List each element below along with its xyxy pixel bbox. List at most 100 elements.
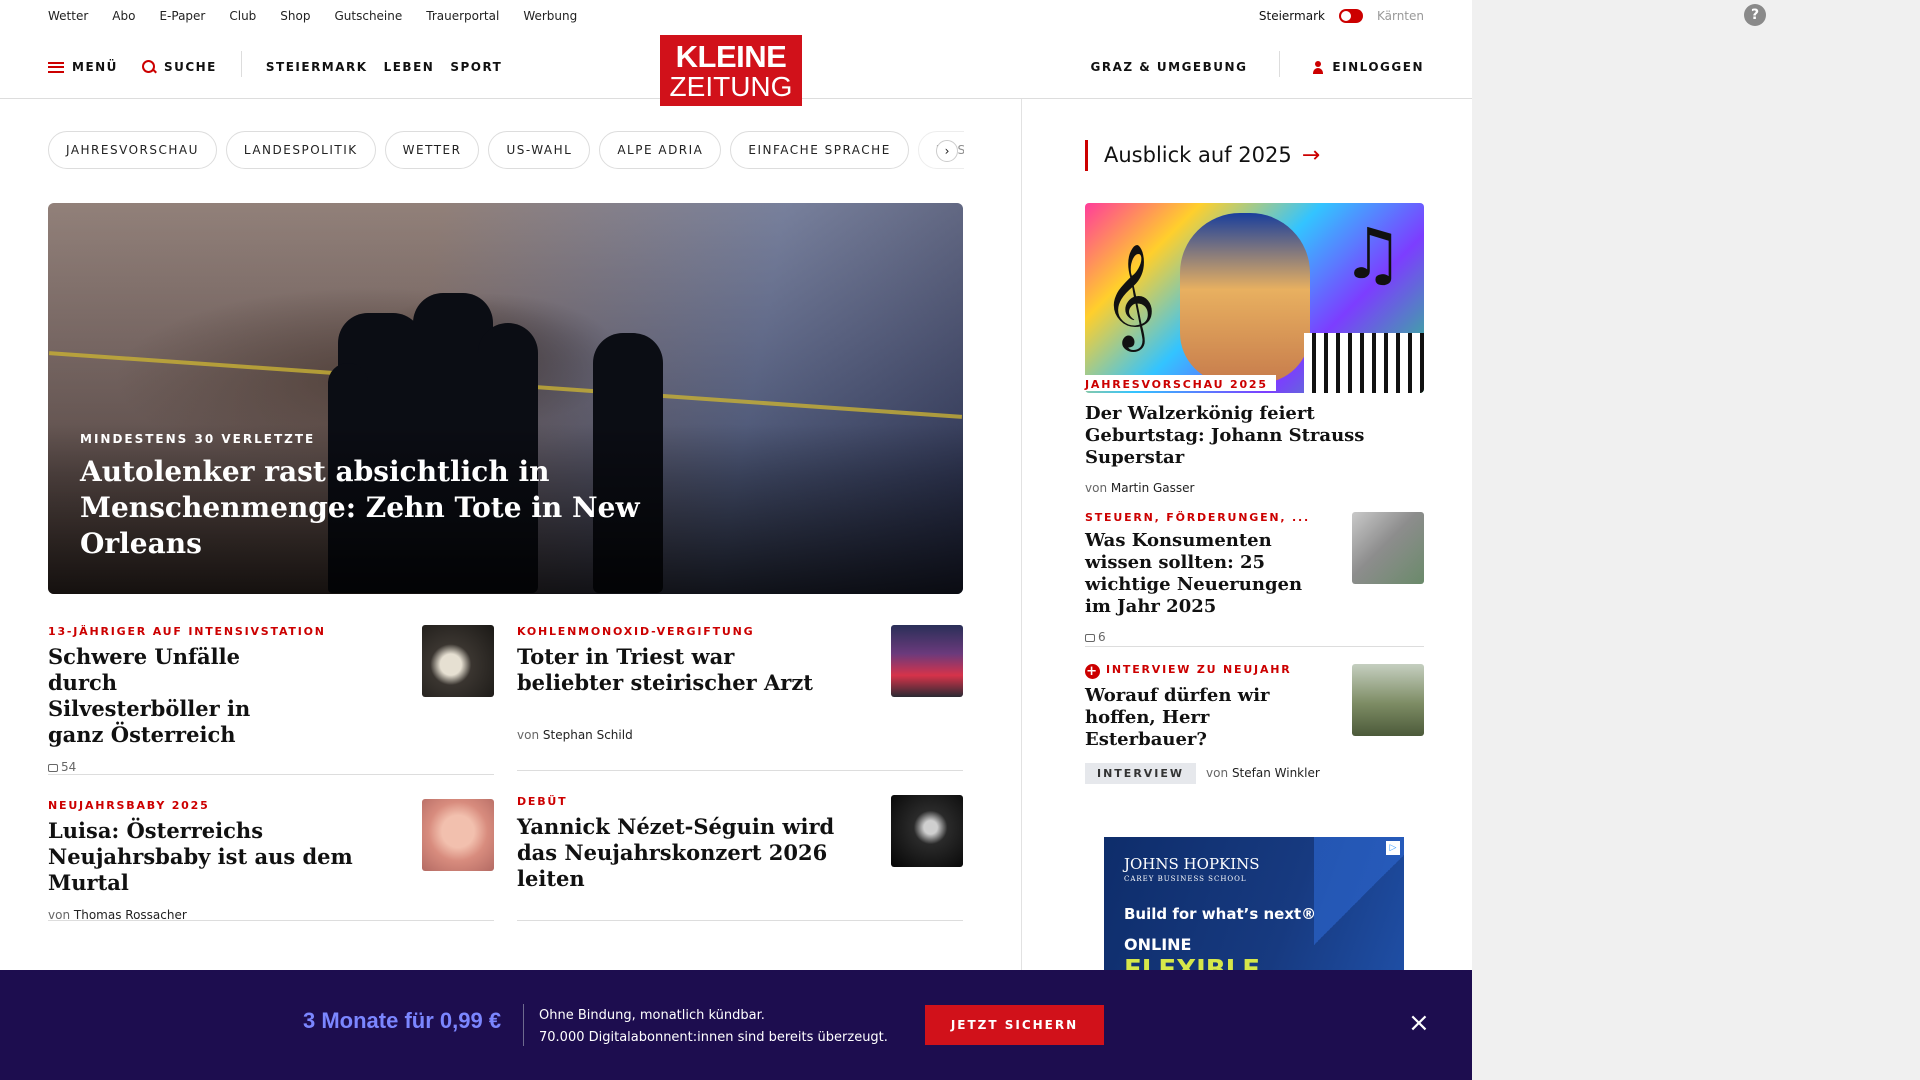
article-title[interactable]: Yannick Nézet-Séguin wird das Neujahrsko…: [517, 814, 867, 892]
divider: [1279, 51, 1281, 77]
plus-icon: +: [1085, 664, 1100, 679]
nav-steiermark[interactable]: STEIERMARK: [266, 60, 368, 74]
article-thumbnail[interactable]: [891, 795, 963, 867]
music-note-icon: ♫: [1341, 213, 1404, 295]
byline-author[interactable]: Stefan Winkler: [1232, 766, 1320, 780]
login-button[interactable]: EINLOGGEN: [1332, 60, 1424, 74]
ad-line-1: ONLINE: [1124, 935, 1192, 954]
byline-prefix: von: [48, 908, 71, 922]
divider: [240, 51, 242, 77]
article-kicker-label: INTERVIEW ZU NEUJAHR: [1106, 663, 1292, 676]
article-thumbnail[interactable]: [1352, 664, 1424, 736]
comment-icon: [48, 764, 58, 772]
topic-pill[interactable]: US-WAHL: [488, 131, 591, 169]
ad-tagline: Build for what’s next®: [1124, 905, 1317, 923]
sidebar-heading[interactable]: Ausblick auf 2025 →: [1085, 140, 1320, 171]
topic-pill[interactable]: ALPE ADRIA: [599, 131, 722, 169]
banner-text: Ohne Bindung, monatlich kündbar. 70.000 …: [539, 1005, 888, 1049]
kleine-zeitung-logo[interactable]: KLEINE ZEITUNG: [660, 35, 802, 106]
ad-decoration: [1314, 837, 1404, 987]
article-thumbnail[interactable]: [891, 625, 963, 697]
nav-leben[interactable]: LEBEN: [384, 60, 435, 74]
search-icon: [141, 60, 156, 74]
article-card[interactable]: NEUJAHRSBABY 2025 Luisa: Österreichs Neu…: [48, 799, 494, 922]
feature-article[interactable]: Der Walzerkönig feiert Geburtstag: Johan…: [1085, 403, 1424, 495]
hamburger-icon: [48, 61, 64, 73]
topic-pill[interactable]: LANDESPOLITIK: [225, 131, 376, 169]
hero-article[interactable]: MINDESTENS 30 VERLETZTE Autolenker rast …: [48, 203, 963, 594]
hero-title[interactable]: Autolenker rast absichtlich in Menschenm…: [80, 454, 700, 562]
comment-count: 54: [61, 760, 77, 774]
feature-image[interactable]: 𝄞 ♫: [1085, 203, 1424, 393]
byline-author[interactable]: Martin Gasser: [1111, 481, 1195, 495]
topic-pills: JAHRESVORSCHAU LANDESPOLITIK WETTER US-W…: [48, 131, 964, 169]
article-comments[interactable]: 6: [1085, 630, 1424, 644]
arrow-right-icon: →: [1301, 143, 1321, 168]
article-title[interactable]: Schwere Unfälle durch Silvesterböller in…: [48, 644, 288, 748]
comment-icon: [1085, 634, 1095, 642]
help-icon[interactable]: ?: [1744, 4, 1766, 26]
close-icon[interactable]: ×: [1408, 1010, 1430, 1036]
pills-next-arrow-icon[interactable]: ›: [936, 140, 958, 162]
article-thumbnail[interactable]: [1352, 512, 1424, 584]
ad-logo-text: JOHNS HOPKINS: [1124, 855, 1260, 873]
article-thumbnail[interactable]: [422, 799, 494, 871]
region-link[interactable]: GRAZ & UMGEBUNG: [1091, 60, 1248, 74]
main-header: MENÜ SUCHE STEIERMARK LEBEN SPORT KLEINE…: [0, 34, 1472, 106]
interview-badge: INTERVIEW: [1085, 763, 1197, 784]
comment-count: 6: [1098, 630, 1106, 644]
util-link-shop[interactable]: Shop: [280, 9, 310, 23]
region-kaernten[interactable]: Kärnten: [1377, 9, 1424, 23]
article-title[interactable]: Luisa: Österreichs Neujahrsbaby ist aus …: [48, 818, 398, 896]
logo-line-2: ZEITUNG: [669, 71, 793, 102]
page: Wetter Abo E-Paper Club Shop Gutscheine …: [0, 0, 1472, 1080]
byline-prefix: von: [517, 728, 540, 742]
sidebar-article[interactable]: STEUERN, FÖRDERUNGEN, ... Was Konsumente…: [1085, 511, 1424, 647]
util-link-epaper[interactable]: E-Paper: [159, 9, 205, 23]
ad-choices-icon[interactable]: ▷: [1386, 841, 1400, 855]
util-link-abo[interactable]: Abo: [112, 9, 135, 23]
topic-pill[interactable]: EINFACHE SPRACHE: [730, 131, 909, 169]
feature-title[interactable]: Der Walzerkönig feiert Geburtstag: Johan…: [1085, 403, 1424, 469]
util-link-trauerportal[interactable]: Trauerportal: [426, 9, 499, 23]
util-link-wetter[interactable]: Wetter: [48, 9, 88, 23]
menu-label: MENÜ: [72, 60, 118, 74]
subscribe-button[interactable]: JETZT SICHERN: [925, 1005, 1104, 1045]
article-title[interactable]: Was Konsumenten wissen sollten: 25 wicht…: [1085, 530, 1315, 618]
article-card[interactable]: KOHLENMONOXID-VERGIFTUNG Toter in Triest…: [517, 625, 963, 771]
byline-prefix: von: [1206, 766, 1229, 780]
article-thumbnail[interactable]: [422, 625, 494, 697]
article-title[interactable]: Toter in Triest war beliebter steirische…: [517, 644, 817, 696]
piano-keys: [1304, 333, 1424, 393]
article-card[interactable]: DEBÜT Yannick Nézet-Séguin wird das Neuj…: [517, 795, 963, 921]
header-right: GRAZ & UMGEBUNG EINLOGGEN: [1091, 51, 1425, 77]
util-link-gutscheine[interactable]: Gutscheine: [334, 9, 402, 23]
menu-button[interactable]: MENÜ: [48, 60, 118, 74]
ad-logo-sub: CAREY BUSINESS SCHOOL: [1124, 875, 1247, 883]
util-link-werbung[interactable]: Werbung: [523, 9, 577, 23]
article-title[interactable]: Worauf dürfen wir hoffen, Herr Esterbaue…: [1085, 685, 1325, 751]
sidebar-heading-label: Ausblick auf 2025: [1104, 143, 1292, 167]
hero-text: MINDESTENS 30 VERLETZTE Autolenker rast …: [80, 432, 700, 562]
hero-kicker: MINDESTENS 30 VERLETZTE: [80, 432, 316, 446]
search-button[interactable]: SUCHE: [141, 60, 217, 74]
advertisement[interactable]: ▷ JOHNS HOPKINS CAREY BUSINESS SCHOOL Bui…: [1104, 837, 1404, 987]
region-steiermark[interactable]: Steiermark: [1259, 9, 1325, 23]
article-byline: INTERVIEW von Stefan Winkler: [1085, 763, 1424, 784]
user-icon: [1312, 60, 1324, 74]
byline-author[interactable]: Stephan Schild: [543, 728, 633, 742]
nav-sport[interactable]: SPORT: [450, 60, 502, 74]
region-toggle[interactable]: [1338, 9, 1363, 23]
topic-pill[interactable]: WETTER: [384, 131, 480, 169]
utility-links: Wetter Abo E-Paper Club Shop Gutscheine …: [48, 9, 577, 23]
byline-author[interactable]: Thomas Rossacher: [74, 908, 187, 922]
article-comments[interactable]: 54: [48, 760, 494, 774]
subscription-banner: 3 Monate für 0,99 € Ohne Bindung, monatl…: [0, 970, 1472, 1080]
article-card[interactable]: 13-JÄHRIGER AUF INTENSIVSTATION Schwere …: [48, 625, 494, 775]
ad-logo: JOHNS HOPKINS CAREY BUSINESS SCHOOL: [1124, 855, 1260, 883]
topic-pill[interactable]: JAHRESVORSCHAU: [48, 131, 217, 169]
byline-prefix: von: [1085, 481, 1108, 495]
region-switch: Steiermark Kärnten: [1259, 9, 1424, 23]
util-link-club[interactable]: Club: [229, 9, 256, 23]
sidebar-article[interactable]: + INTERVIEW ZU NEUJAHR Worauf dürfen wir …: [1085, 663, 1424, 784]
